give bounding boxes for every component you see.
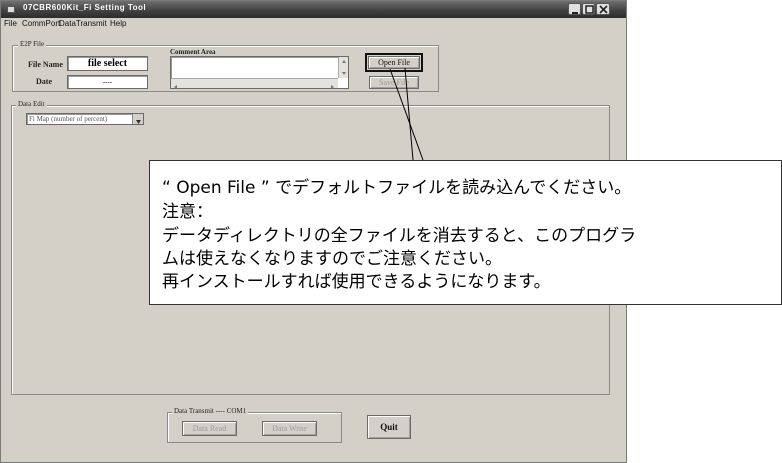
callout-line: ムは使えなくなりますのでご注意ください。	[162, 249, 502, 269]
annotation-callout: “ Open File ” でデフォルトファイルを読み込んでください。 注意： …	[149, 160, 782, 305]
callout-line: 注意：	[162, 202, 213, 222]
callout-line: “ Open File ” でデフォルトファイルを読み込んでください。	[162, 178, 632, 198]
callout-line: データディレクトリの全ファイルを消去すると、このプログラ	[162, 226, 637, 246]
callout-line: 再インストールすれば使用できるようになります。	[162, 272, 551, 292]
